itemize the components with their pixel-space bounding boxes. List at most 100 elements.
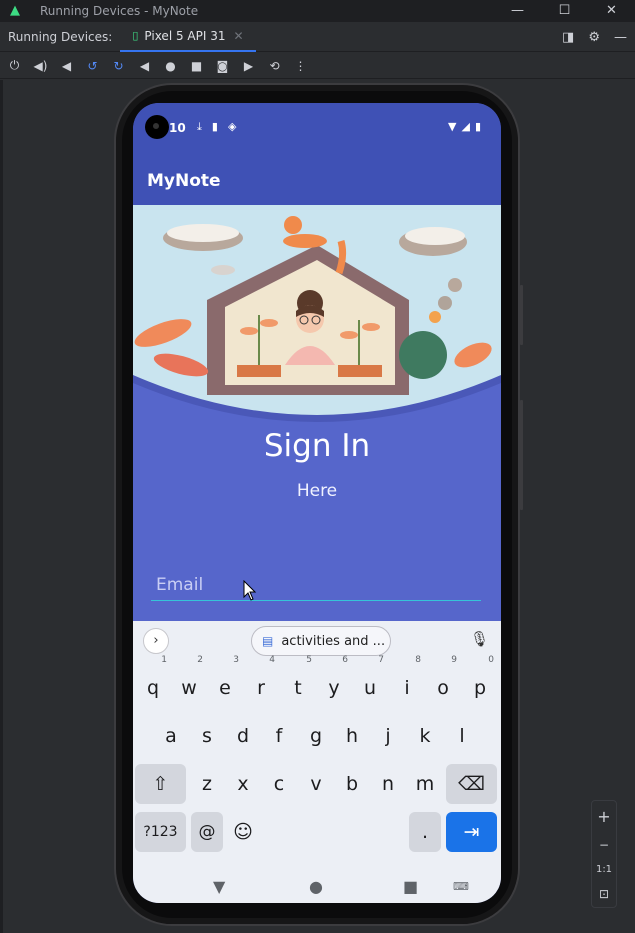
tabbar-actions: ◨ ⚙ —	[562, 22, 627, 52]
key-s[interactable]: s	[189, 716, 225, 756]
email-field[interactable]: Email	[151, 573, 481, 601]
overview-icon[interactable]: ■	[188, 59, 205, 73]
camera-icon[interactable]: ◙	[214, 59, 231, 73]
key-a[interactable]: a	[153, 716, 189, 756]
key-i[interactable]: i8	[389, 655, 425, 708]
key-y[interactable]: y6	[316, 655, 352, 708]
back-icon[interactable]: ◀	[136, 59, 153, 73]
key-k[interactable]: k	[407, 716, 443, 756]
hero-svg	[133, 205, 501, 425]
rotate-left-icon[interactable]: ↺	[84, 59, 101, 73]
record-icon[interactable]: ▶	[240, 59, 257, 73]
key-p[interactable]: p0	[462, 655, 498, 708]
minimize-panel-icon[interactable]: —	[614, 30, 627, 45]
fit-screen-icon[interactable]: ⊡	[599, 887, 609, 901]
at-key[interactable]: @	[191, 812, 223, 852]
rotate-right-icon[interactable]: ↻	[110, 59, 127, 73]
key-r[interactable]: r4	[243, 655, 279, 708]
key-g[interactable]: g	[298, 716, 334, 756]
signal-icon: ◢	[461, 120, 470, 133]
clipboard-icon: ▤	[262, 634, 274, 648]
key-j[interactable]: j	[370, 716, 406, 756]
key-o[interactable]: o9	[425, 655, 461, 708]
soft-keyboard: › ▤ activities and ... 🎙 q1 w2 e3 r4 t5 …	[133, 621, 501, 903]
period-key[interactable]: .	[409, 812, 441, 852]
status-time: 10	[169, 121, 186, 135]
key-z[interactable]: z	[189, 764, 225, 804]
home-icon[interactable]: ●	[162, 59, 179, 73]
tab-pixel-5[interactable]: ▯ Pixel 5 API 31 ✕	[120, 22, 256, 52]
status-notifications: ⤓ ▮ ◈	[197, 120, 236, 134]
signin-title: Sign In	[263, 428, 371, 464]
device-screen[interactable]: 10 ⤓ ▮ ◈ ▼ ◢ ▮ MyNote Sign In Here Email…	[133, 103, 501, 903]
clipboard-suggestion-text: activities and ...	[281, 633, 386, 649]
close-tab-icon[interactable]: ✕	[233, 29, 243, 43]
nav-home-icon[interactable]: ●	[309, 877, 323, 896]
app-title: MyNote	[147, 171, 221, 191]
key-c[interactable]: c	[261, 764, 297, 804]
layout-icon[interactable]: ◨	[562, 30, 574, 45]
zoom-out-button[interactable]: −	[599, 838, 609, 852]
next-key[interactable]: ⇥	[446, 812, 497, 852]
key-w[interactable]: w2	[171, 655, 207, 708]
key-h[interactable]: h	[334, 716, 370, 756]
snapshot-icon[interactable]: ⟲	[266, 59, 283, 73]
power-button-side	[520, 285, 523, 345]
hero-illustration	[133, 205, 501, 425]
volume-down-icon[interactable]: ◀	[58, 59, 75, 73]
app-bar: MyNote	[133, 155, 501, 205]
key-l[interactable]: l	[444, 716, 480, 756]
zoom-controls: + − 1:1 ⊡	[591, 800, 617, 908]
space-key[interactable]	[263, 812, 407, 852]
key-t[interactable]: t5	[280, 655, 316, 708]
mouse-pointer-icon	[243, 580, 257, 601]
power-icon[interactable]: ⏻	[6, 58, 23, 73]
signin-subtitle: Here	[296, 481, 338, 501]
wifi-icon: ▼	[448, 120, 457, 133]
key-d[interactable]: d	[225, 716, 261, 756]
keyboard-suggestion-bar: › ▤ activities and ... 🎙	[133, 621, 501, 663]
key-n[interactable]: n	[370, 764, 406, 804]
system-navbar: ▼ ● ■ ⌨	[133, 873, 501, 903]
key-x[interactable]: x	[225, 764, 261, 804]
volume-up-icon[interactable]: ◀)	[32, 59, 49, 73]
key-f[interactable]: f	[261, 716, 297, 756]
emoji-key[interactable]: ☺	[225, 812, 261, 852]
minimize-button[interactable]: —	[494, 0, 541, 22]
window-titlebar: ▲ Running Devices - MyNote — ☐ ✕	[0, 0, 635, 22]
key-v[interactable]: v	[298, 764, 334, 804]
status-bar: 10 ⤓ ▮ ◈ ▼ ◢ ▮	[133, 103, 501, 155]
chevron-right-icon[interactable]: ›	[143, 628, 169, 654]
volume-button-side	[520, 400, 523, 510]
shield-icon: ◈	[227, 120, 237, 133]
tab-label: Pixel 5 API 31	[144, 28, 226, 43]
maximize-button[interactable]: ☐	[541, 0, 588, 22]
more-icon[interactable]: ⋮	[292, 59, 309, 73]
backspace-key[interactable]: ⌫	[446, 764, 497, 804]
email-placeholder: Email	[156, 575, 204, 595]
left-gutter	[0, 80, 3, 933]
zoom-in-button[interactable]: +	[597, 807, 610, 826]
symbols-key[interactable]: ?123	[135, 812, 186, 852]
signin-header: Sign In Here	[133, 425, 501, 501]
gear-icon[interactable]: ⚙	[588, 30, 600, 45]
battery-icon: ▮	[474, 120, 481, 133]
window-title: Running Devices - MyNote	[40, 4, 199, 18]
download-icon: ⤓	[197, 120, 202, 133]
zoom-1to1-button[interactable]: 1:1	[596, 864, 612, 875]
key-u[interactable]: u7	[352, 655, 388, 708]
key-e[interactable]: e3	[207, 655, 243, 708]
mic-off-icon[interactable]: 🎙	[470, 630, 489, 648]
nav-recents-icon[interactable]: ■	[403, 877, 418, 896]
android-studio-icon: ▲	[10, 3, 20, 18]
clipboard-suggestion-chip[interactable]: ▤ activities and ...	[251, 626, 391, 656]
key-q[interactable]: q1	[135, 655, 171, 708]
nav-back-icon[interactable]: ▼	[213, 877, 225, 896]
keyboard-switch-icon[interactable]: ⌨	[453, 880, 469, 893]
window-controls: — ☐ ✕	[494, 0, 635, 22]
key-b[interactable]: b	[334, 764, 370, 804]
shift-key[interactable]: ⇧	[135, 764, 186, 804]
close-button[interactable]: ✕	[588, 0, 635, 22]
sd-card-icon: ▮	[211, 120, 218, 133]
key-m[interactable]: m	[407, 764, 443, 804]
